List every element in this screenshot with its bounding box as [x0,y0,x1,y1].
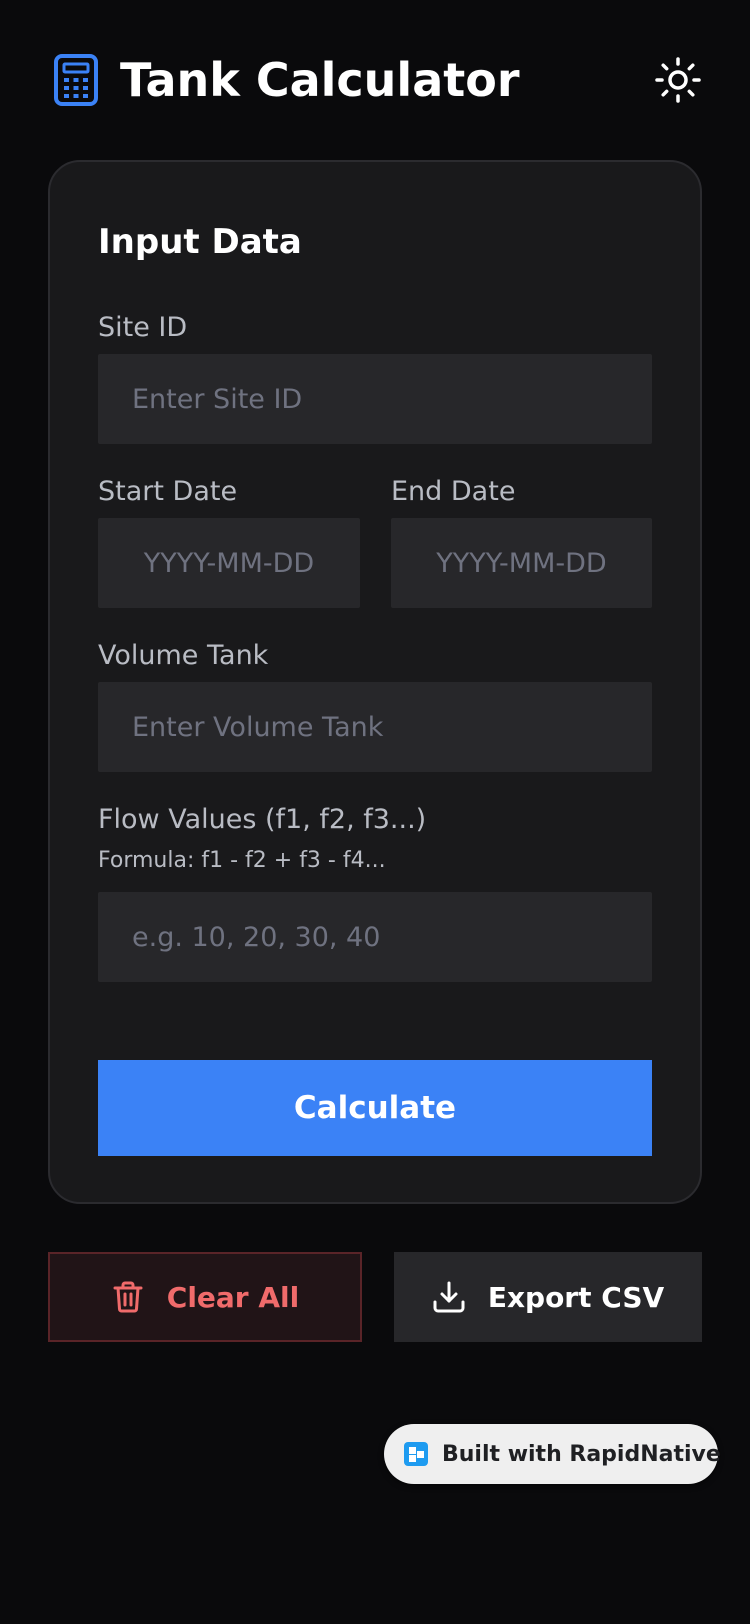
volume-tank-label: Volume Tank [98,640,269,671]
export-csv-button[interactable]: Export CSV [394,1252,702,1342]
flow-values-label: Flow Values (f1, f2, f3...) [98,804,427,835]
flow-formula-hint: Formula: f1 - f2 + f3 - f4... [98,848,386,873]
clear-all-button[interactable]: Clear All [48,1252,362,1342]
built-with-badge[interactable]: Built with RapidNative [384,1424,721,1484]
sun-icon[interactable] [654,56,702,104]
app-header: Tank Calculator [0,0,750,160]
rapidnative-logo-icon [404,1442,428,1466]
calculator-icon [54,54,98,106]
end-date-label: End Date [391,476,516,507]
clear-all-label: Clear All [166,1280,300,1314]
end-date-input[interactable] [391,518,652,608]
site-id-label: Site ID [98,312,188,343]
export-csv-label: Export CSV [487,1280,665,1314]
volume-tank-input[interactable] [98,682,652,772]
card-title: Input Data [98,222,302,262]
badge-text: Built with RapidNative [442,1441,721,1467]
calculate-button[interactable]: Calculate [98,1060,652,1156]
app-title: Tank Calculator [120,53,520,107]
flow-values-input[interactable] [98,892,652,982]
start-date-input[interactable] [98,518,360,608]
input-data-card: Input Data Site ID Start Date End Date V… [48,160,702,1204]
download-icon [433,1281,465,1313]
trash-icon [113,1281,143,1313]
site-id-input[interactable] [98,354,652,444]
start-date-label: Start Date [98,476,238,507]
